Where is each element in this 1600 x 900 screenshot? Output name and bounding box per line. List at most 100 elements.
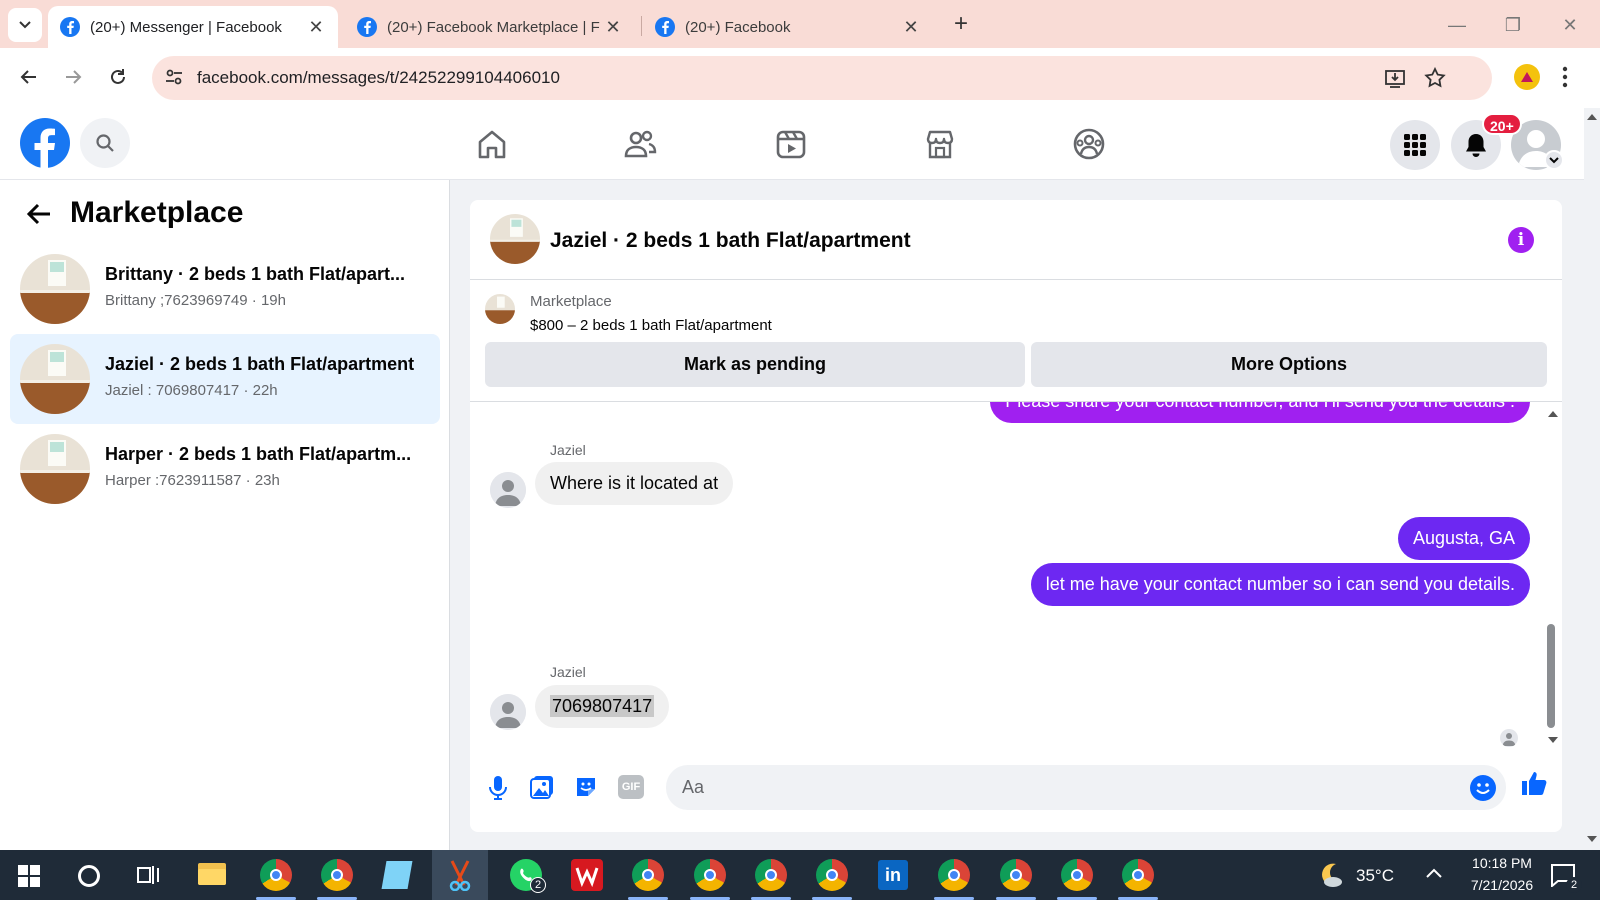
windows-start-icon[interactable]	[18, 865, 40, 887]
facebook-favicon-icon	[357, 17, 377, 37]
wps-office-icon[interactable]	[571, 859, 603, 891]
more-options-button[interactable]: More Options	[1031, 342, 1547, 387]
bell-icon	[1466, 134, 1486, 157]
emoji-icon[interactable]	[1470, 775, 1496, 801]
windows-taskbar: 2 in 35°C 10:18 PM 7/21/2026 2	[0, 850, 1600, 900]
system-tray-chevron-icon[interactable]	[1426, 868, 1442, 878]
conversation-item-harper[interactable]: Harper · 2 beds 1 bath Flat/apartm... Ha…	[10, 424, 440, 514]
nav-marketplace-icon[interactable]	[922, 126, 958, 162]
chrome-profile-1-icon[interactable]	[260, 859, 292, 891]
facebook-favicon-icon	[60, 17, 80, 37]
minimize-window-icon[interactable]: —	[1442, 10, 1472, 40]
chrome-profile-4-icon[interactable]	[755, 859, 787, 891]
facebook-logo-icon[interactable]	[20, 118, 70, 168]
close-tab-icon[interactable]: ✕	[306, 17, 326, 38]
grid-icon	[1404, 134, 1426, 156]
chevron-down-icon	[19, 21, 31, 29]
menu-grid-button[interactable]	[1390, 120, 1440, 170]
voice-clip-icon[interactable]	[488, 775, 508, 801]
back-button[interactable]	[14, 62, 44, 92]
clock-date[interactable]: 7/21/2026	[1456, 877, 1548, 893]
close-tab-icon[interactable]: ✕	[603, 17, 623, 38]
tab-messenger[interactable]: (20+) Messenger | Facebook ✕	[48, 6, 338, 48]
file-explorer-icon[interactable]	[198, 863, 226, 885]
forward-button[interactable]	[58, 62, 88, 92]
listing-mini-thumbnail[interactable]	[485, 294, 515, 324]
whatsapp-badge: 2	[530, 877, 546, 893]
listing-thumbnail	[20, 254, 90, 324]
page-scroll-up-icon[interactable]	[1586, 112, 1598, 122]
chrome-profile-3-icon[interactable]	[632, 859, 664, 891]
back-arrow-icon[interactable]	[26, 202, 52, 226]
sender-avatar[interactable]	[490, 472, 526, 508]
arrow-left-icon	[20, 70, 36, 84]
thumbs-up-icon[interactable]	[1520, 769, 1548, 797]
message-bubble-outgoing: Augusta, GA	[1397, 517, 1530, 560]
chat-panel: Jaziel · 2 beds 1 bath Flat/apartment i …	[470, 200, 1562, 832]
weather-moon-icon[interactable]	[1316, 860, 1346, 890]
browser-toolbar: facebook.com/messages/t/2425229910440601…	[0, 48, 1600, 108]
message-input[interactable]	[682, 765, 1462, 810]
chrome-profile-2-icon[interactable]	[321, 859, 353, 891]
profile-avatar-icon[interactable]	[1514, 64, 1540, 90]
install-app-icon[interactable]	[1384, 67, 1406, 89]
facebook-favicon-icon	[655, 17, 675, 37]
chrome-profile-5-icon[interactable]	[816, 859, 848, 891]
restore-window-icon[interactable]: ❐	[1498, 10, 1528, 40]
chrome-profile-7-icon[interactable]	[1000, 859, 1032, 891]
conversation-item-brittany[interactable]: Brittany · 2 beds 1 bath Flat/apart... B…	[10, 244, 440, 334]
sticker-icon[interactable]	[574, 775, 598, 799]
panel-title: Marketplace	[70, 196, 244, 229]
user-silhouette-icon	[490, 472, 526, 508]
snipping-tool-icon[interactable]	[446, 859, 474, 891]
linkedin-icon[interactable]: in	[878, 860, 908, 890]
listing-thumbnail	[20, 344, 90, 414]
chat-title: Jaziel · 2 beds 1 bath Flat/apartment	[550, 229, 911, 252]
chrome-profile-9-icon[interactable]	[1122, 859, 1154, 891]
close-tab-icon[interactable]: ✕	[901, 17, 921, 38]
search-button[interactable]	[80, 118, 130, 168]
chat-listing-avatar[interactable]	[490, 214, 540, 264]
tab-title: (20+) Messenger | Facebook	[90, 18, 282, 36]
nav-groups-icon[interactable]	[1071, 126, 1107, 162]
cortana-search-icon[interactable]	[78, 865, 100, 887]
message-bubble-incoming: 7069807417	[535, 685, 670, 728]
browser-tab-strip: (20+) Messenger | Facebook ✕ (20+) Faceb…	[0, 0, 1600, 48]
nav-video-icon[interactable]	[773, 126, 809, 162]
tab-title: (20+) Facebook	[685, 18, 791, 36]
conversation-item-jaziel[interactable]: Jaziel · 2 beds 1 bath Flat/apartment Ja…	[10, 334, 440, 424]
address-bar[interactable]: facebook.com/messages/t/2425229910440601…	[152, 56, 1492, 100]
page-scroll-down-icon[interactable]	[1586, 834, 1598, 844]
attach-photo-icon[interactable]	[530, 775, 554, 799]
gif-icon[interactable]: GIF	[618, 775, 644, 799]
chrome-profile-6-icon[interactable]	[938, 859, 970, 891]
nav-friends-icon[interactable]	[622, 126, 658, 162]
close-window-icon[interactable]: ✕	[1555, 10, 1585, 40]
tab-facebook[interactable]: (20+) Facebook ✕	[643, 6, 933, 48]
nav-home-icon[interactable]	[474, 126, 510, 162]
marketplace-conversations-panel: Marketplace Brittany · 2 beds 1 bath Fla…	[0, 180, 450, 850]
tab-search-dropdown[interactable]	[8, 8, 42, 42]
weather-temperature[interactable]: 35°C	[1356, 866, 1394, 886]
chrome-profile-8-icon[interactable]	[1061, 859, 1093, 891]
mark-as-pending-button[interactable]: Mark as pending	[485, 342, 1025, 387]
reload-button[interactable]	[103, 62, 133, 92]
chrome-icon[interactable]	[694, 859, 726, 891]
thread-scroll-up-icon[interactable]	[1547, 410, 1559, 418]
notepad-app-icon[interactable]	[381, 861, 413, 889]
conversation-info-icon[interactable]: i	[1508, 227, 1534, 253]
task-view-icon[interactable]	[137, 864, 161, 886]
sender-avatar[interactable]	[490, 694, 526, 730]
listing-title[interactable]: $800 – 2 beds 1 bath Flat/apartment	[530, 317, 772, 334]
conversation-name: Harper · 2 beds 1 bath Flat/apartm...	[105, 444, 412, 464]
new-tab-button[interactable]: +	[948, 12, 974, 38]
thread-scroll-down-icon[interactable]	[1547, 736, 1559, 744]
bookmark-star-icon[interactable]	[1424, 67, 1446, 89]
site-info-icon[interactable]	[164, 67, 184, 87]
thread-scrollbar-thumb[interactable]	[1547, 624, 1555, 728]
message-composer: GIF	[470, 755, 1562, 825]
browser-menu-icon[interactable]	[1562, 66, 1568, 88]
tab-marketplace[interactable]: (20+) Facebook Marketplace | F ✕	[345, 6, 635, 48]
clock-time[interactable]: 10:18 PM	[1456, 855, 1548, 871]
account-chevron-icon[interactable]	[1544, 150, 1564, 170]
